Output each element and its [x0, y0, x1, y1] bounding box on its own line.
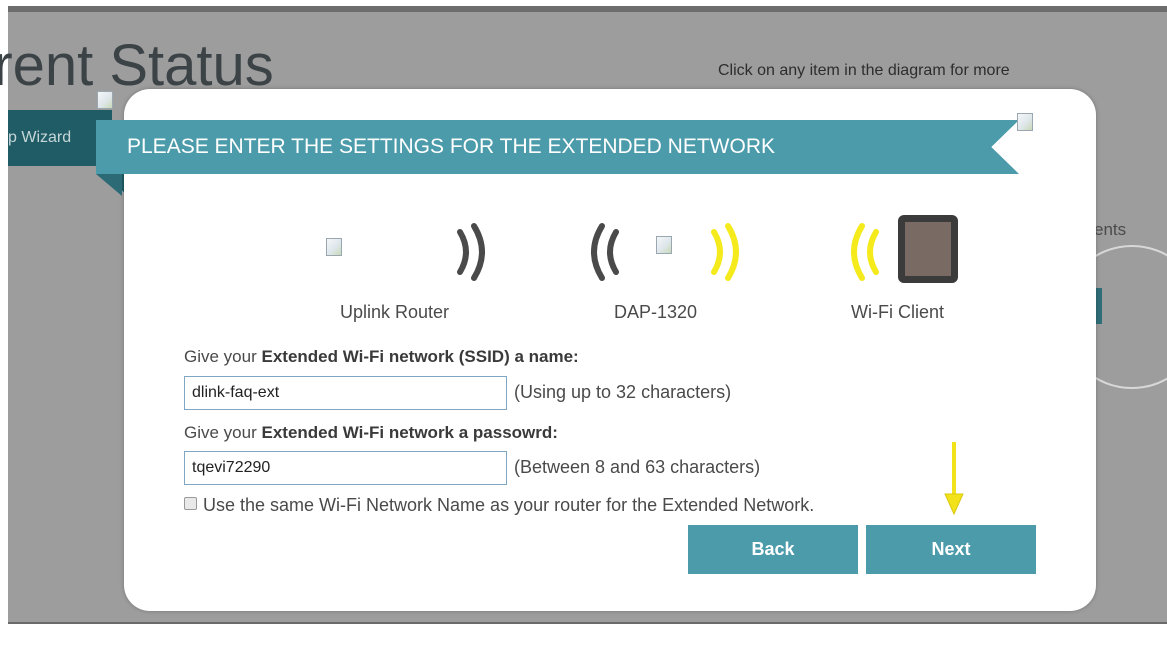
background-top-bar: [8, 6, 1167, 12]
wifi-client-label: Wi-Fi Client: [851, 302, 944, 322]
broken-image-icon: [97, 91, 113, 109]
background-hint-text: Click on any item in the diagram for mor…: [718, 62, 1010, 79]
password-input[interactable]: [184, 451, 507, 485]
ssid-input[interactable]: [184, 376, 507, 410]
password-label: Give your Extended Wi-Fi network a passo…: [184, 423, 558, 443]
dap-1320-label: DAP-1320: [614, 302, 698, 322]
same-name-checkbox-label[interactable]: Use the same Wi-Fi Network Name as your …: [184, 492, 954, 519]
down-arrow-icon: [944, 442, 964, 516]
next-button[interactable]: Next: [866, 525, 1036, 574]
password-hint: (Between 8 and 63 characters): [514, 457, 761, 477]
wifi-signal-icon: [711, 223, 739, 281]
ssid-hint: (Using up to 32 characters): [514, 382, 732, 402]
wifi-signal-icon: [591, 223, 619, 281]
password-label-bold: Extended Wi-Fi network a passowrd:: [261, 423, 558, 442]
ssid-label: Give your Extended Wi-Fi network (SSID) …: [184, 347, 579, 367]
password-label-prefix: Give your: [184, 423, 262, 442]
uplink-router-broken-image-icon[interactable]: [326, 238, 342, 256]
banner-fold: [96, 174, 122, 196]
tablet-icon[interactable]: [893, 213, 965, 285]
uplink-router-label: Uplink Router: [340, 302, 450, 322]
background-wizard-tab-label: p Wizard: [8, 129, 72, 146]
back-button[interactable]: Back: [688, 525, 858, 574]
wifi-signal-icon: [851, 223, 879, 281]
wifi-signal-icon: [457, 223, 485, 281]
close-broken-image-icon[interactable]: [1017, 113, 1033, 131]
dap-1320-broken-image-icon[interactable]: [656, 236, 672, 254]
background-bottom-line: [8, 622, 1167, 624]
ssid-label-prefix: Give your: [184, 347, 262, 366]
modal-heading-banner: PLEASE ENTER THE SETTINGS FOR THE EXTEND…: [96, 120, 1019, 174]
background-side-text: ents: [1094, 220, 1127, 239]
ssid-label-bold: Extended Wi-Fi network (SSID) a name:: [261, 347, 579, 366]
